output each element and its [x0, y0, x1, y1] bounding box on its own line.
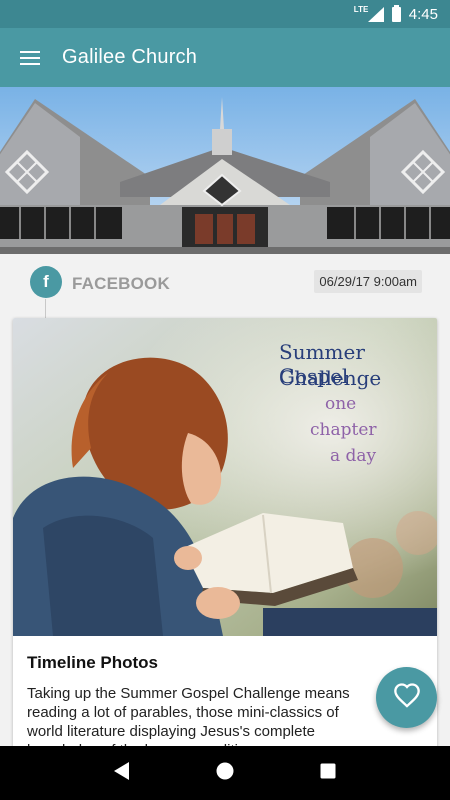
post-image: Summer Gospel Challenge one chapter a da… — [13, 318, 437, 636]
network-type: LTE — [353, 4, 369, 14]
back-button[interactable] — [102, 753, 142, 793]
recents-button[interactable] — [308, 753, 348, 793]
image-text-line4: chapter — [310, 420, 377, 440]
favorite-button[interactable] — [376, 667, 437, 728]
signal-icon: LTE — [354, 5, 384, 22]
feed[interactable]: f FACEBOOK 06/29/17 9:00am Summer Gospel… — [0, 254, 450, 746]
heart-icon — [393, 682, 421, 713]
post-timestamp: 06/29/17 9:00am — [314, 270, 422, 293]
image-text-line2: Challenge — [279, 366, 382, 390]
facebook-icon: f — [30, 266, 62, 298]
battery-icon — [391, 4, 401, 22]
back-triangle-icon — [113, 761, 130, 785]
system-nav-bar — [0, 746, 450, 800]
hamburger-menu-icon[interactable] — [0, 28, 60, 87]
post-title: Timeline Photos — [27, 653, 158, 672]
source-label: FACEBOOK — [72, 274, 170, 293]
image-text-line3: one — [325, 394, 357, 414]
status-bar: LTE 4:45 — [0, 0, 450, 28]
clock: 4:45 — [408, 5, 438, 23]
timeline-connector — [45, 299, 46, 319]
post-card[interactable]: Summer Gospel Challenge one chapter a da… — [13, 318, 437, 746]
home-circle-icon — [216, 762, 234, 785]
image-text-line5: a day — [330, 446, 377, 466]
home-button[interactable] — [205, 753, 245, 793]
app-bar: Galilee Church — [0, 28, 450, 87]
post-body: Taking up the Summer Gospel Challenge me… — [27, 685, 350, 746]
church-banner-image — [0, 87, 450, 254]
recents-square-icon — [320, 763, 336, 784]
app-title: Galilee Church — [62, 46, 198, 68]
